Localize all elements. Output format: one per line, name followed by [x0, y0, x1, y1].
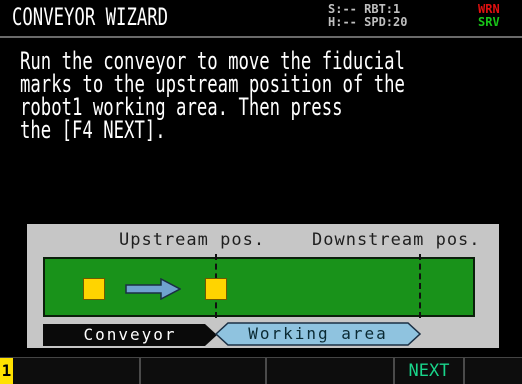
- warning-indicator: WRN: [478, 2, 500, 16]
- servo-indicator: SRV: [478, 15, 500, 29]
- fiducial-mark-current: [83, 278, 105, 300]
- working-area-label-box: Working area: [215, 322, 421, 346]
- status-line-1: S:-- RBT:1: [328, 2, 401, 16]
- f2-key[interactable]: [141, 358, 267, 384]
- instruction-message: Run the conveyor to move the fiducial ma…: [20, 47, 405, 144]
- downstream-position-line: [419, 254, 421, 318]
- page-number-indicator: 1: [0, 358, 13, 384]
- alarm-indicators: WRN SRV: [478, 3, 500, 29]
- f5-key[interactable]: [465, 358, 522, 384]
- conveyor-label-box: Conveyor: [43, 324, 217, 346]
- conveyor-diagram: Upstream pos. Downstream pos. Conveyor W…: [27, 224, 499, 348]
- move-direction-arrow-icon: [125, 278, 181, 300]
- working-area-label: Working area: [248, 324, 388, 343]
- function-key-bar: 1 NEXT: [0, 357, 522, 384]
- status-line-2: H:-- SPD:20: [328, 15, 408, 29]
- status-indicators: S:-- RBT:1 H:-- SPD:20: [328, 3, 407, 29]
- conveyor-belt: [43, 257, 475, 317]
- upstream-position-label: Upstream pos.: [119, 230, 266, 250]
- downstream-position-label: Downstream pos.: [312, 230, 481, 250]
- f1-key[interactable]: [13, 358, 141, 384]
- window-title: CONVEYOR WIZARD: [12, 3, 169, 31]
- fiducial-mark-target: [205, 278, 227, 300]
- title-bar: CONVEYOR WIZARD S:-- RBT:1 H:-- SPD:20 W…: [0, 0, 522, 38]
- f4-next-key[interactable]: NEXT: [395, 358, 465, 384]
- f3-key[interactable]: [267, 358, 395, 384]
- conveyor-label: Conveyor: [83, 325, 177, 344]
